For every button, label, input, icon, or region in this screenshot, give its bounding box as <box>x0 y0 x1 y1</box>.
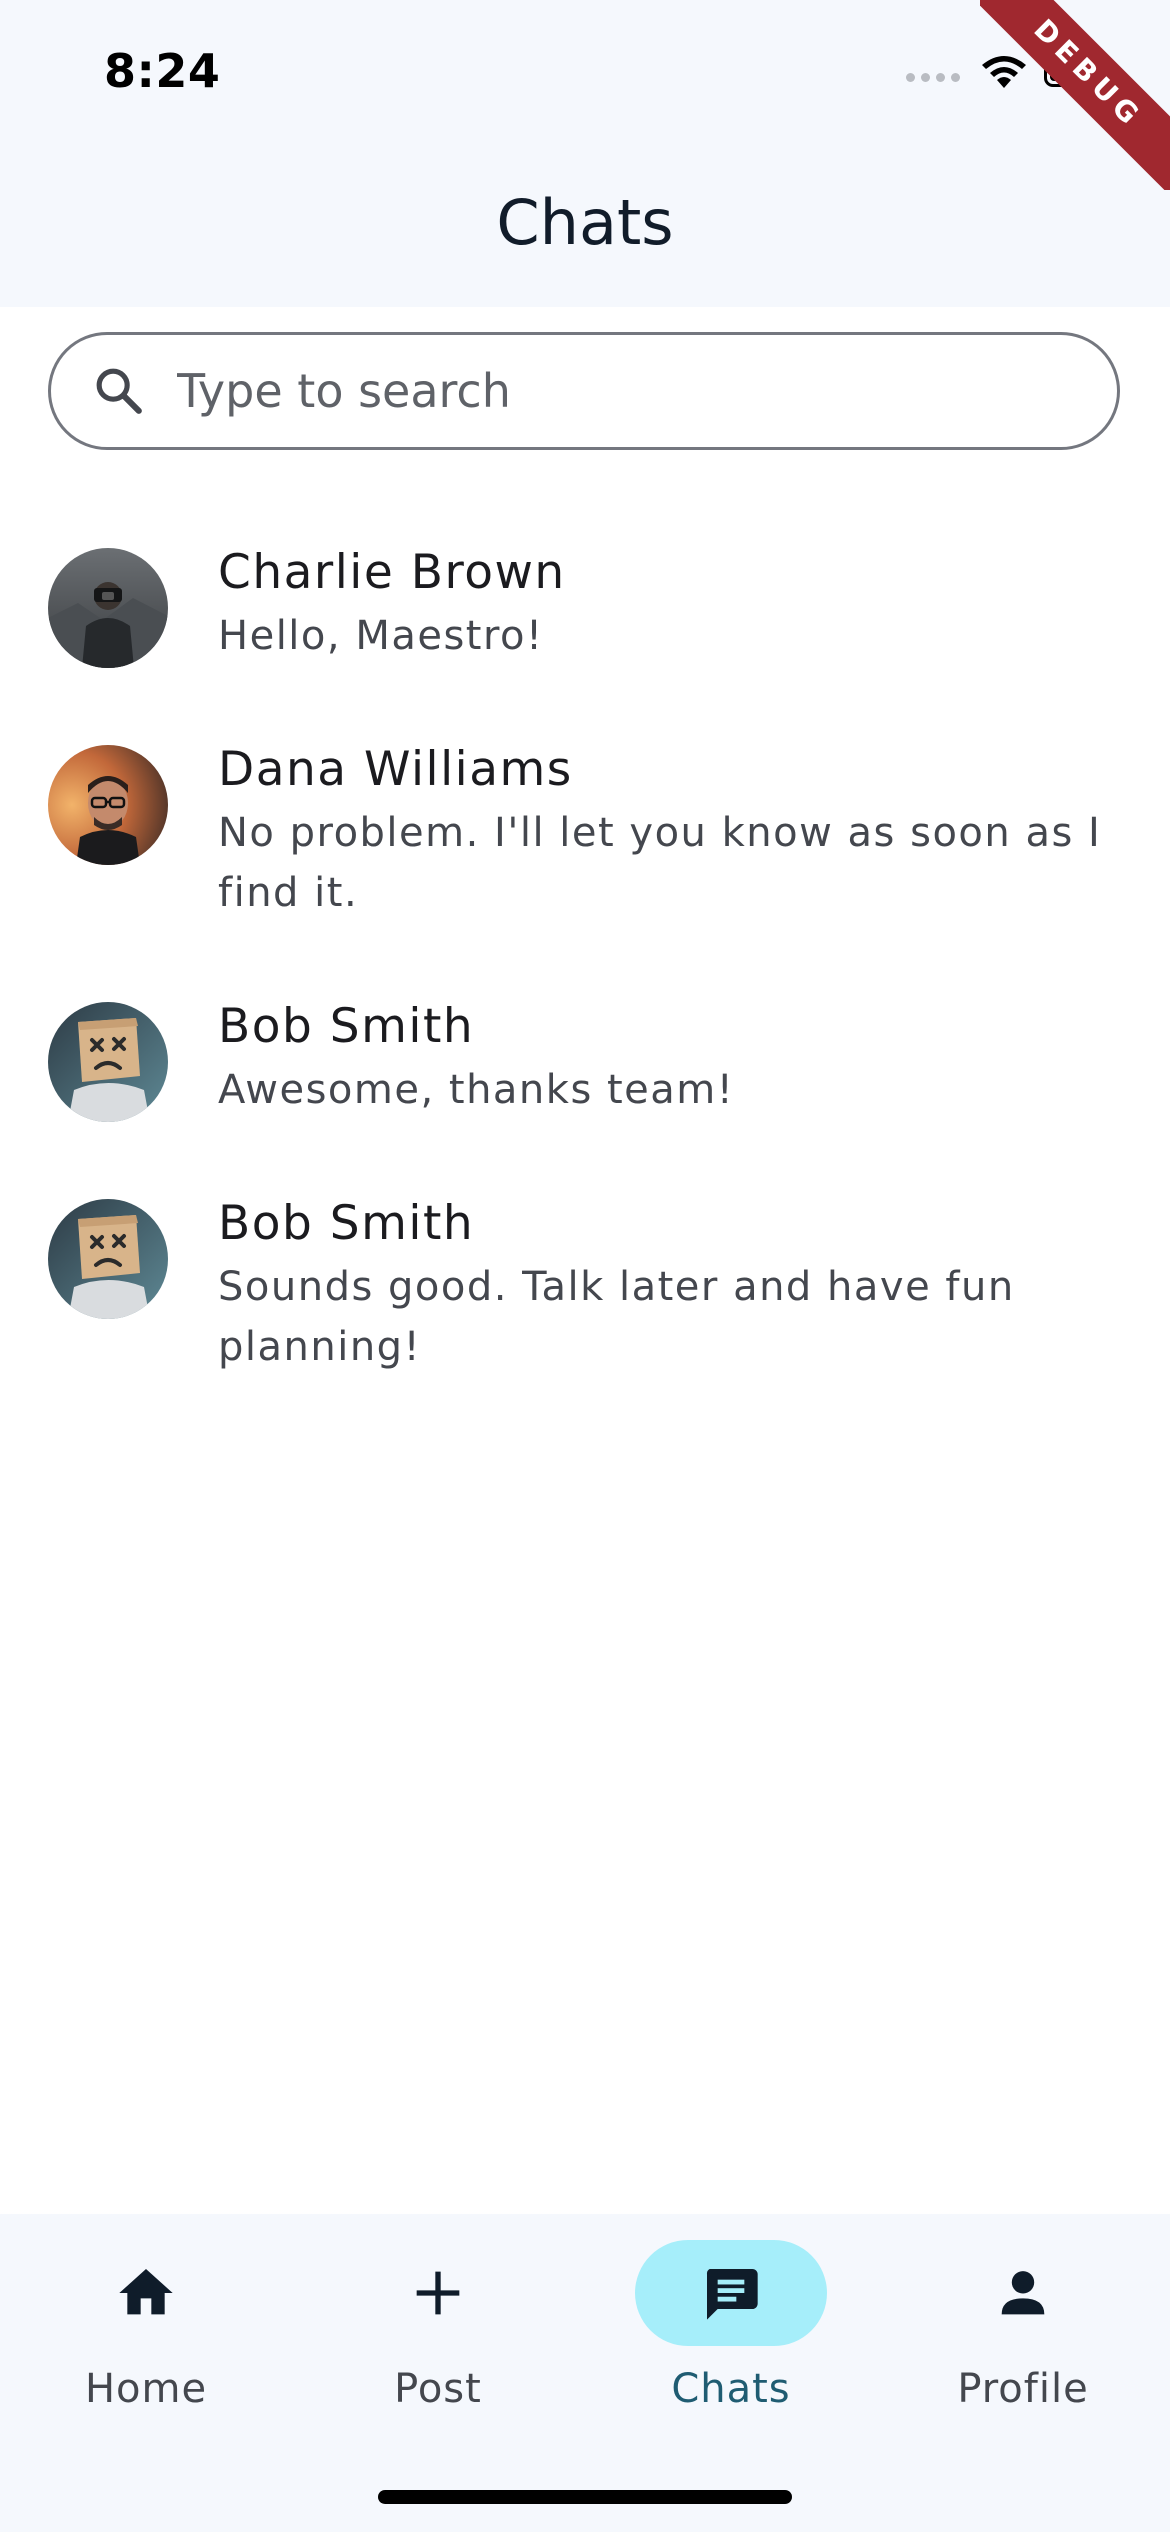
search-icon <box>96 368 142 414</box>
boxhead-mask-avatar <box>48 1199 168 1319</box>
chat-list: Charlie Brown Hello, Maestro! Dana Willi… <box>0 520 1170 1428</box>
page-title: Chats <box>496 186 674 259</box>
battery-icon <box>1044 57 1116 87</box>
search-bar[interactable] <box>48 332 1120 450</box>
status-time: 8:24 <box>104 44 221 98</box>
boxhead-mask-avatar <box>48 1002 168 1122</box>
chat-list-item[interactable]: Bob Smith Awesome, thanks team! <box>0 974 1170 1171</box>
nav-pill-profile <box>927 2240 1119 2346</box>
home-icon <box>119 2269 173 2315</box>
chat-contact-name: Bob Smith <box>218 1196 475 1251</box>
nav-item-home[interactable]: Home <box>0 2240 292 2440</box>
chat-icon <box>706 2269 758 2320</box>
chat-last-message: Sounds good. Talk later and have fun pla… <box>218 1264 1015 1370</box>
app-root: 8:24 DEBUG Chats Type to search Charlie … <box>0 0 1170 2532</box>
status-icons <box>906 52 1116 92</box>
chat-text: Dana Williams No problem. I'll let you k… <box>218 742 1138 923</box>
debug-ribbon: DEBUG <box>980 0 1170 190</box>
top-area: 8:24 DEBUG Chats <box>0 0 1170 307</box>
search-input[interactable] <box>177 364 1077 418</box>
plus-icon <box>416 2271 460 2315</box>
chat-contact-name: Bob Smith <box>218 999 475 1054</box>
debug-ribbon-label: DEBUG <box>980 0 1170 190</box>
cellular-signal-icon <box>906 72 960 82</box>
person-icon <box>1001 2271 1045 2315</box>
nav-item-chats[interactable]: Chats <box>585 2240 877 2440</box>
wifi-icon <box>982 56 1026 88</box>
chat-list-item[interactable]: Bob Smith Sounds good. Talk later and ha… <box>0 1171 1170 1428</box>
home-indicator[interactable] <box>378 2490 792 2504</box>
man-with-camera-avatar <box>48 548 168 668</box>
chat-last-message: Awesome, thanks team! <box>218 1067 735 1113</box>
nav-item-post[interactable]: Post <box>292 2240 584 2440</box>
chat-last-message: No problem. I'll let you know as soon as… <box>218 810 1102 916</box>
bottom-navigation-bar: Home Post Chats Profile <box>0 2214 1170 2532</box>
chat-list-item[interactable]: Charlie Brown Hello, Maestro! <box>0 520 1170 717</box>
nav-label-post: Post <box>394 2366 482 2412</box>
man-with-glasses-avatar <box>48 745 168 865</box>
chat-text: Charlie Brown Hello, Maestro! <box>218 545 1138 666</box>
nav-label-home: Home <box>84 2366 208 2412</box>
nav-label-chats: Chats <box>671 2366 791 2412</box>
chat-text: Bob Smith Sounds good. Talk later and ha… <box>218 1196 1138 1377</box>
nav-item-profile[interactable]: Profile <box>877 2240 1169 2440</box>
nav-pill-home <box>50 2240 242 2346</box>
chat-last-message: Hello, Maestro! <box>218 613 544 659</box>
chat-text: Bob Smith Awesome, thanks team! <box>218 999 1138 1120</box>
chat-contact-name: Charlie Brown <box>218 545 566 600</box>
nav-pill-chats <box>635 2240 827 2346</box>
nav-pill-post <box>342 2240 534 2346</box>
chat-list-item[interactable]: Dana Williams No problem. I'll let you k… <box>0 717 1170 974</box>
chat-contact-name: Dana Williams <box>218 742 573 797</box>
nav-label-profile: Profile <box>957 2366 1089 2412</box>
